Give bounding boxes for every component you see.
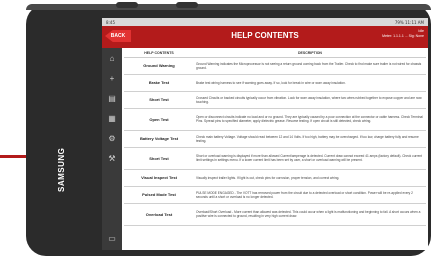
brand-label: SAMSUNG bbox=[57, 147, 66, 192]
row-description: Brake test wiring harness to see if warn… bbox=[194, 74, 426, 92]
row-description: Ground Warning indicates the Microproces… bbox=[194, 57, 426, 75]
row-description: Visually inspect trailer lights. If ligh… bbox=[194, 169, 426, 187]
tablet-strap-right bbox=[176, 2, 198, 8]
row-name: Battery Voltage Test bbox=[124, 130, 194, 148]
row-name: Short Test bbox=[124, 147, 194, 170]
row-name: Pulsed Mode Test bbox=[124, 186, 194, 204]
row-description: Check main battery Voltage. Voltage shou… bbox=[194, 130, 426, 148]
home-icon[interactable]: ⌂ bbox=[107, 54, 117, 64]
row-name: Overload Test bbox=[124, 203, 194, 226]
help-content: HELP CONTENTS DESCRIPTION Ground Warning… bbox=[124, 50, 426, 248]
table-row: Ground Warning Ground Warning indicates … bbox=[124, 57, 426, 75]
row-name: Brake Test bbox=[124, 74, 194, 92]
row-name: Open Test bbox=[124, 108, 194, 131]
tablet-screen: 8:45 79% 11:11 AM BACK HELP CONTENTS Idl… bbox=[102, 18, 428, 250]
plus-icon[interactable]: + bbox=[107, 74, 117, 84]
row-description: Open or disconnect circuits indicate no … bbox=[194, 108, 426, 131]
row-name: Visual Inspect Test bbox=[124, 169, 194, 187]
table-row: Open Test Open or disconnect circuits in… bbox=[124, 108, 426, 131]
header-info: Idle Meter: 1.1.1.1 ... Sig: None bbox=[382, 29, 424, 39]
col-header-description: DESCRIPTION bbox=[194, 50, 426, 58]
help-table: HELP CONTENTS DESCRIPTION Ground Warning… bbox=[124, 50, 426, 226]
row-description: Short or overload warning is displayed i… bbox=[194, 147, 426, 170]
tablet-bezel-top bbox=[26, 4, 431, 10]
table-row: Short Test Short or overload warning is … bbox=[124, 147, 426, 170]
row-description: PULSE MODE ENGAGED - The VOTT has remove… bbox=[194, 186, 426, 204]
row-name: Short Test bbox=[124, 91, 194, 109]
table-row: Overload Test Overload/Short Overload - … bbox=[124, 203, 426, 226]
status-left: 8:45 bbox=[106, 19, 115, 25]
wrench-icon[interactable]: ⚒ bbox=[107, 154, 117, 164]
table-row: Pulsed Mode Test PULSE MODE ENGAGED - Th… bbox=[124, 186, 426, 204]
table-row: Battery Voltage Test Check main battery … bbox=[124, 130, 426, 148]
col-header-contents: HELP CONTENTS bbox=[124, 50, 194, 58]
row-description: Overload/Short Overload - More current t… bbox=[194, 203, 426, 226]
row-name: Ground Warning bbox=[124, 57, 194, 75]
tablet-device: SAMSUNG 8:45 79% 11:11 AM BACK HELP CONT… bbox=[26, 2, 431, 256]
table-row: Short Test Crossed Circuits or backed ci… bbox=[124, 91, 426, 109]
brand-area: SAMSUNG bbox=[57, 142, 69, 192]
clipboard-icon[interactable]: ▤ bbox=[107, 94, 117, 104]
status-right: 79% 11:11 AM bbox=[394, 19, 424, 25]
row-description: Crossed Circuits or backed circuits typi… bbox=[194, 91, 426, 109]
status-bar: 8:45 79% 11:11 AM bbox=[102, 18, 428, 26]
folder-icon[interactable]: ▦ bbox=[107, 114, 117, 124]
table-header-row: HELP CONTENTS DESCRIPTION bbox=[124, 50, 426, 58]
settings-icon[interactable]: ⚙ bbox=[107, 134, 117, 144]
table-row: Visual Inspect Test Visually inspect tra… bbox=[124, 169, 426, 187]
page-title: HELP CONTENTS bbox=[231, 31, 299, 40]
tablet-strap-left bbox=[116, 2, 138, 8]
app-header: BACK HELP CONTENTS Idle Meter: 1.1.1.1 .… bbox=[102, 26, 428, 48]
left-nav-rail: ⌂ + ▤ ▦ ⚙ ⚒ ▭ bbox=[102, 48, 122, 250]
trash-icon[interactable]: ▭ bbox=[107, 234, 117, 244]
header-info-line2: Meter: 1.1.1.1 ... Sig: None bbox=[382, 34, 424, 38]
table-row: Brake Test Brake test wiring harness to … bbox=[124, 74, 426, 92]
